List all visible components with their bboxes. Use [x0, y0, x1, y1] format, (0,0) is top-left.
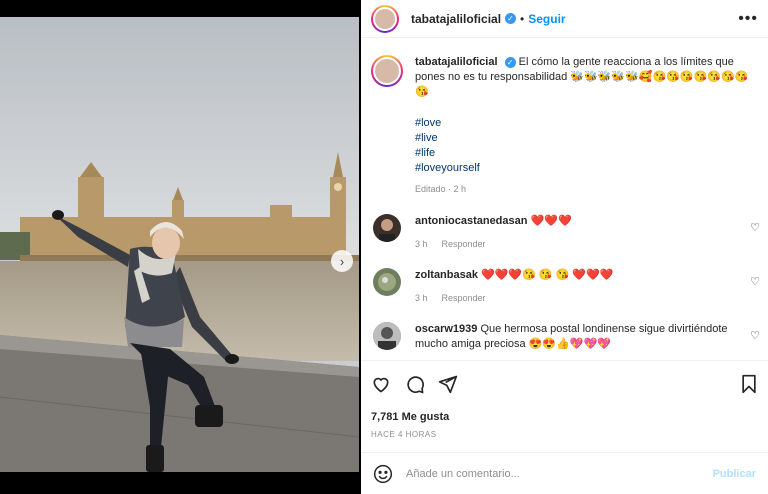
verified-badge-icon: ✓	[504, 57, 516, 68]
like-comment-heart-icon[interactable]: ♡	[750, 329, 760, 342]
commenter-avatar[interactable]	[373, 268, 401, 296]
post-header: tabatajaliloficial ✓ • Seguir •••	[361, 0, 768, 38]
comments-scroll-area[interactable]: tabatajaliloficial ✓ El cómo la gente re…	[361, 39, 768, 359]
like-comment-heart-icon[interactable]: ♡	[750, 221, 760, 234]
comment-text: ❤️❤️❤️😘 😘 😘 ❤️❤️❤️	[481, 269, 614, 281]
instagram-post-modal: › tabatajaliloficial ✓ • Seguir ••• taba…	[0, 0, 768, 494]
publish-button[interactable]: Publicar	[713, 468, 756, 480]
post-actions: 7,781 Me gusta HACE 4 HORAS	[361, 360, 768, 439]
hashtag-link[interactable]: #love	[415, 116, 755, 131]
commenter-username[interactable]: oscarw1939	[415, 323, 477, 335]
header-separator: •	[520, 11, 525, 26]
carousel-next-button[interactable]: ›	[331, 250, 353, 272]
author-username[interactable]: tabatajaliloficial	[411, 12, 501, 26]
heart-icon[interactable]	[371, 374, 391, 394]
bookmark-icon[interactable]	[740, 374, 758, 394]
share-icon[interactable]	[438, 374, 458, 394]
comment-time: 3 h	[415, 239, 428, 249]
verified-badge-icon: ✓	[505, 13, 517, 24]
edited-timestamp: Editado · 2 h	[415, 184, 467, 194]
like-comment-heart-icon[interactable]: ♡	[750, 275, 760, 288]
photo-illustration	[0, 17, 359, 472]
comment-item: antoniocastanedasan ❤️❤️❤️ 3 h Responder…	[361, 214, 768, 252]
emoji-icon[interactable]	[373, 464, 393, 484]
follow-button[interactable]: Seguir	[528, 12, 565, 26]
reply-button[interactable]: Responder	[442, 291, 486, 306]
hashtag-link[interactable]: #life	[415, 146, 755, 161]
post-side-panel: tabatajaliloficial ✓ • Seguir ••• tabata…	[361, 0, 768, 494]
commenter-username[interactable]: antoniocastanedasan	[415, 215, 527, 227]
post-photo[interactable]: ›	[0, 17, 359, 472]
hashtag-list: #love #live #life #loveyourself	[415, 116, 755, 176]
author-avatar[interactable]	[371, 4, 399, 33]
hashtag-link[interactable]: #live	[415, 131, 755, 146]
caption-username[interactable]: tabatajaliloficial	[415, 56, 498, 68]
comment-item: zoltanbasak ❤️❤️❤️😘 😘 😘 ❤️❤️❤️ 3 h Respo…	[361, 268, 768, 306]
commenter-username[interactable]: zoltanbasak	[415, 269, 478, 281]
reply-button[interactable]: Responder	[442, 237, 486, 252]
comment-input[interactable]	[406, 467, 713, 480]
commenter-avatar[interactable]	[373, 322, 401, 350]
likes-count[interactable]: 7,781 Me gusta	[371, 411, 758, 423]
comment-item: oscarw1939 Que hermosa postal londinense…	[361, 322, 768, 352]
post-time-ago: HACE 4 HORAS	[371, 430, 437, 439]
chevron-right-icon: ›	[339, 253, 345, 269]
add-comment-bar: Publicar	[361, 452, 768, 494]
hashtag-link[interactable]: #loveyourself	[415, 161, 755, 176]
comment-icon[interactable]	[405, 374, 425, 394]
caption-author-avatar[interactable]	[371, 55, 403, 87]
comment-time: 3 h	[415, 293, 428, 303]
more-options-icon[interactable]: •••	[738, 10, 758, 28]
commenter-avatar[interactable]	[373, 214, 401, 242]
post-caption: tabatajaliloficial ✓ El cómo la gente re…	[361, 39, 768, 197]
comment-text: ❤️❤️❤️	[530, 215, 572, 227]
